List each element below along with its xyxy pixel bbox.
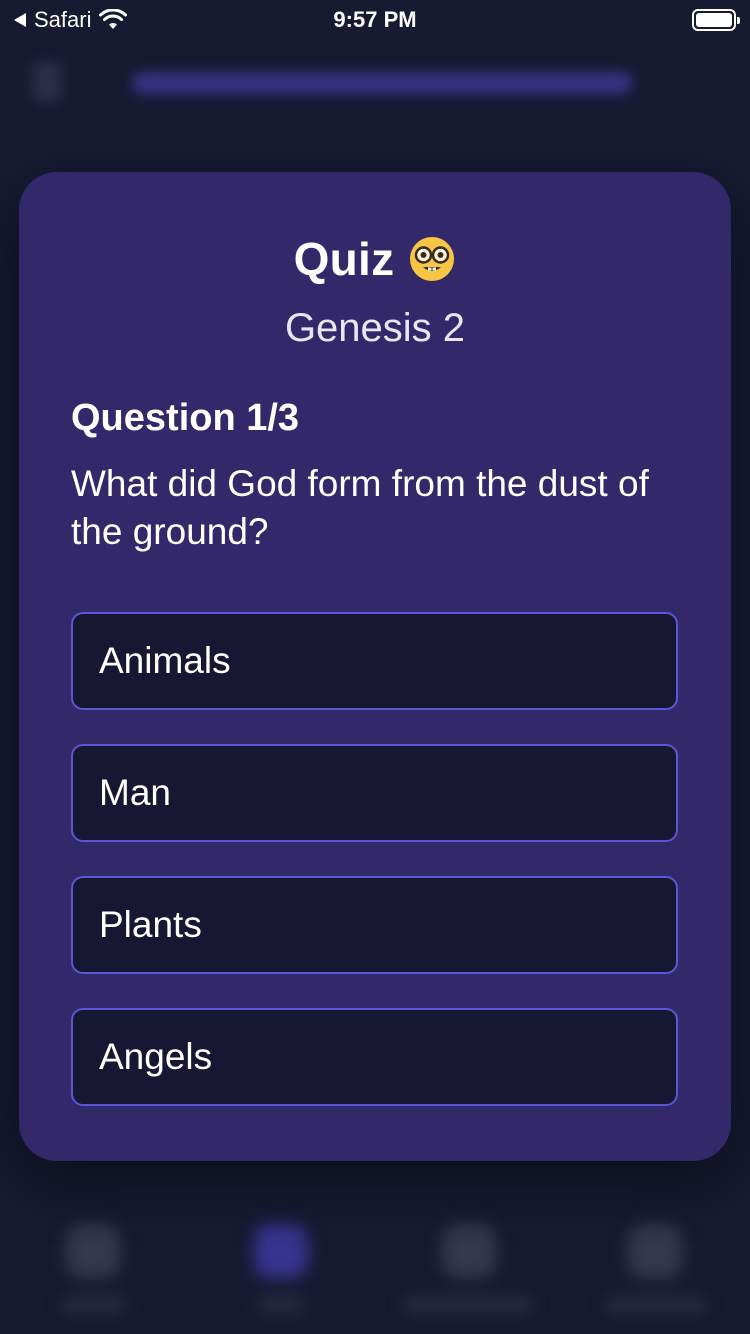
back-app-label: Safari bbox=[34, 7, 92, 32]
back-triangle-icon bbox=[14, 13, 26, 27]
quiz-card: Quiz Genesis 2 Question 1/3 What did God… bbox=[19, 172, 731, 1161]
answer-button-animals[interactable]: Animals bbox=[71, 612, 678, 710]
wifi-icon bbox=[99, 9, 128, 29]
nerd-face-icon bbox=[410, 237, 455, 281]
battery-icon bbox=[692, 9, 740, 31]
question-number: Question 1/3 bbox=[71, 397, 300, 439]
question-text: What did God form from the dust of the g… bbox=[71, 463, 649, 552]
quiz-subtitle: Genesis 2 bbox=[284, 306, 466, 350]
quiz-title: Quiz bbox=[293, 233, 395, 285]
answer-list: Animals Man Plants Angels bbox=[71, 612, 679, 1106]
back-to-app-link[interactable]: Safari bbox=[14, 7, 128, 33]
answer-button-man[interactable]: Man bbox=[71, 744, 678, 842]
app-screen: Safari 9:57 PM Quiz Genesis 2 Question 1… bbox=[0, 0, 750, 1334]
answer-button-plants[interactable]: Plants bbox=[71, 876, 678, 974]
answer-button-angels[interactable]: Angels bbox=[71, 1008, 678, 1106]
quiz-title-row: Quiz bbox=[71, 232, 679, 286]
status-bar: Safari 9:57 PM bbox=[0, 0, 750, 40]
